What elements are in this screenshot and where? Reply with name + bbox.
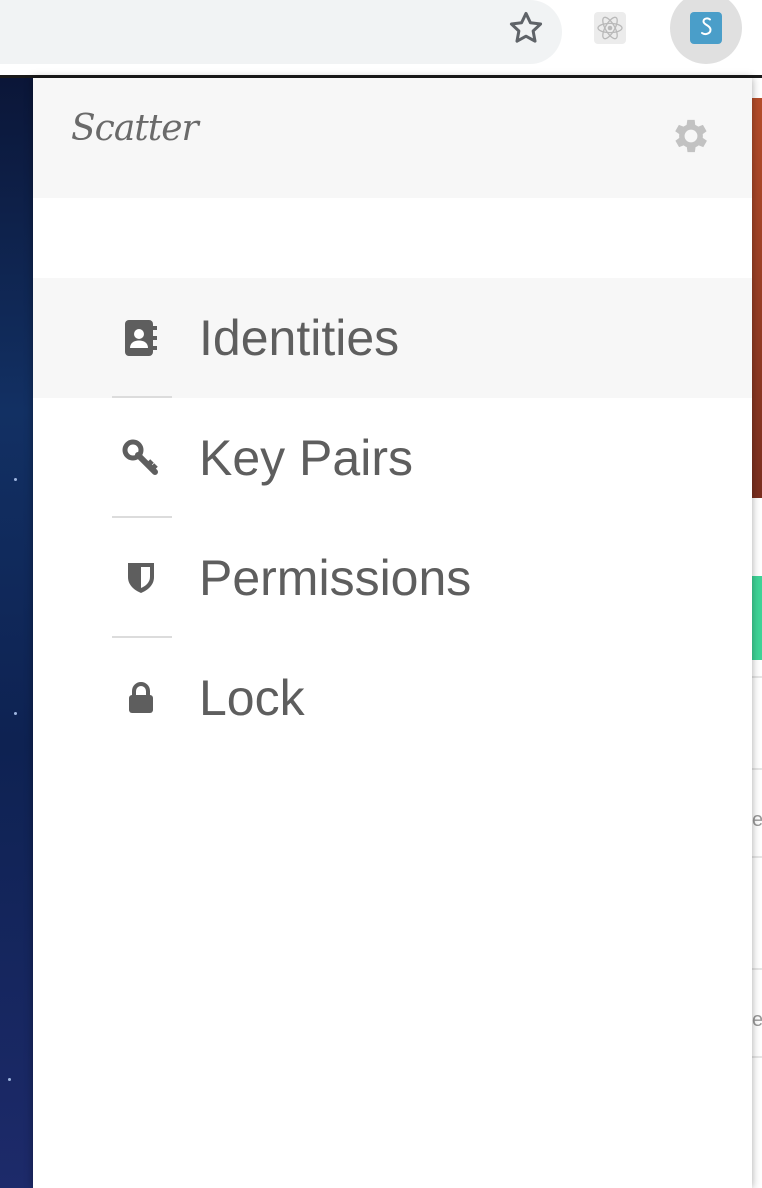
divider [752, 1056, 762, 1058]
menu-item-label: Lock [199, 670, 305, 726]
divider [752, 768, 762, 770]
divider [112, 516, 172, 518]
background-green-button [752, 576, 762, 660]
background-text: e [752, 1009, 762, 1031]
menu-item-identities[interactable]: Identities [33, 278, 752, 398]
background-page-right: e e [752, 78, 762, 1188]
divider [112, 636, 172, 638]
key-icon [121, 438, 161, 478]
main-menu: Identities Key Pairs Permissions Lock [33, 278, 752, 758]
divider [752, 856, 762, 858]
divider [752, 676, 762, 678]
star-dot [14, 712, 17, 715]
browser-toolbar [0, 0, 762, 76]
divider [112, 396, 172, 398]
menu-item-label: Permissions [199, 550, 472, 606]
menu-item-lock[interactable]: Lock [33, 636, 752, 758]
bookmark-star-icon[interactable] [500, 2, 552, 54]
divider [752, 968, 762, 970]
background-banner [752, 98, 762, 498]
lock-icon [121, 678, 161, 718]
gear-icon[interactable] [667, 112, 715, 160]
shield-icon [121, 558, 161, 598]
scatter-logo: Scatter [71, 108, 199, 149]
menu-item-permissions[interactable]: Permissions [33, 516, 752, 638]
scatter-extension-icon[interactable] [670, 0, 742, 64]
address-bar[interactable] [0, 0, 562, 64]
background-page-left [0, 78, 33, 1188]
scatter-popup: Scatter Identities Key Pairs Permissions… [33, 78, 752, 1188]
background-text: e [752, 809, 762, 831]
menu-item-key-pairs[interactable]: Key Pairs [33, 396, 752, 518]
address-book-icon [121, 318, 161, 358]
menu-item-label: Identities [199, 310, 400, 366]
popup-header: Scatter [33, 78, 752, 198]
react-devtools-extension-icon[interactable] [590, 8, 630, 48]
menu-item-label: Key Pairs [199, 430, 413, 486]
star-dot [8, 1078, 11, 1081]
star-dot [14, 478, 17, 481]
